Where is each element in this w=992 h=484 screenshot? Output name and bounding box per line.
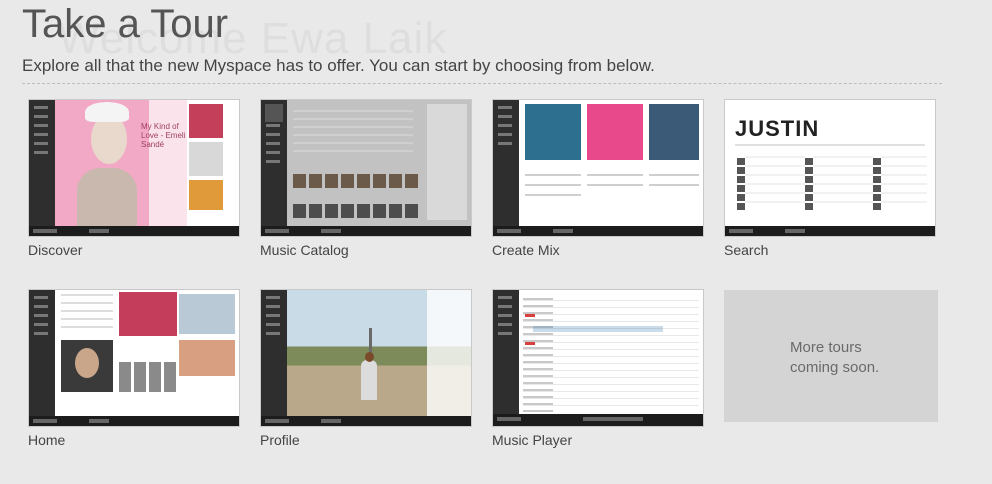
more-tours-placeholder: More tours coming soon. xyxy=(724,290,938,422)
tour-discover-label[interactable]: Discover xyxy=(28,242,240,258)
tour-profile-label[interactable]: Profile xyxy=(260,432,472,448)
tour-music-catalog-label[interactable]: Music Catalog xyxy=(260,242,472,258)
page-title: Take a Tour xyxy=(22,2,229,46)
more-tours-line-2: coming soon. xyxy=(790,359,880,376)
tour-home[interactable]: Home xyxy=(28,289,240,448)
tour-search-label[interactable]: Search xyxy=(724,242,936,258)
tour-search-thumbnail[interactable]: JUSTIN xyxy=(724,99,936,237)
tour-profile[interactable]: Profile xyxy=(260,289,472,448)
tour-music-player-thumbnail[interactable] xyxy=(492,289,704,427)
tour-create-mix[interactable]: Create Mix xyxy=(492,99,704,258)
tour-profile-thumbnail[interactable] xyxy=(260,289,472,427)
tour-search[interactable]: JUSTIN Search xyxy=(724,99,936,258)
header-divider xyxy=(22,83,942,84)
tour-home-label[interactable]: Home xyxy=(28,432,240,448)
search-query-text: JUSTIN xyxy=(735,116,820,141)
tour-discover-thumbnail[interactable]: My Kind of Love - Emeli Sandé xyxy=(28,99,240,237)
tour-home-thumbnail[interactable] xyxy=(28,289,240,427)
artist-photo xyxy=(55,100,149,226)
more-tours-box: More tours coming soon. xyxy=(724,290,938,422)
tour-discover[interactable]: My Kind of Love - Emeli Sandé Discover xyxy=(28,99,240,258)
tour-music-catalog-thumbnail[interactable] xyxy=(260,99,472,237)
discover-song-title: My Kind of Love - Emeli Sandé xyxy=(141,122,186,149)
tour-music-player-label[interactable]: Music Player xyxy=(492,432,704,448)
page-subtitle: Explore all that the new Myspace has to … xyxy=(22,56,655,75)
tour-music-catalog[interactable]: Music Catalog xyxy=(260,99,472,258)
more-tours-line-1: More tours xyxy=(790,339,862,356)
tour-music-player[interactable]: Music Player xyxy=(492,289,704,448)
tour-create-mix-thumbnail[interactable] xyxy=(492,99,704,237)
tour-create-mix-label[interactable]: Create Mix xyxy=(492,242,704,258)
